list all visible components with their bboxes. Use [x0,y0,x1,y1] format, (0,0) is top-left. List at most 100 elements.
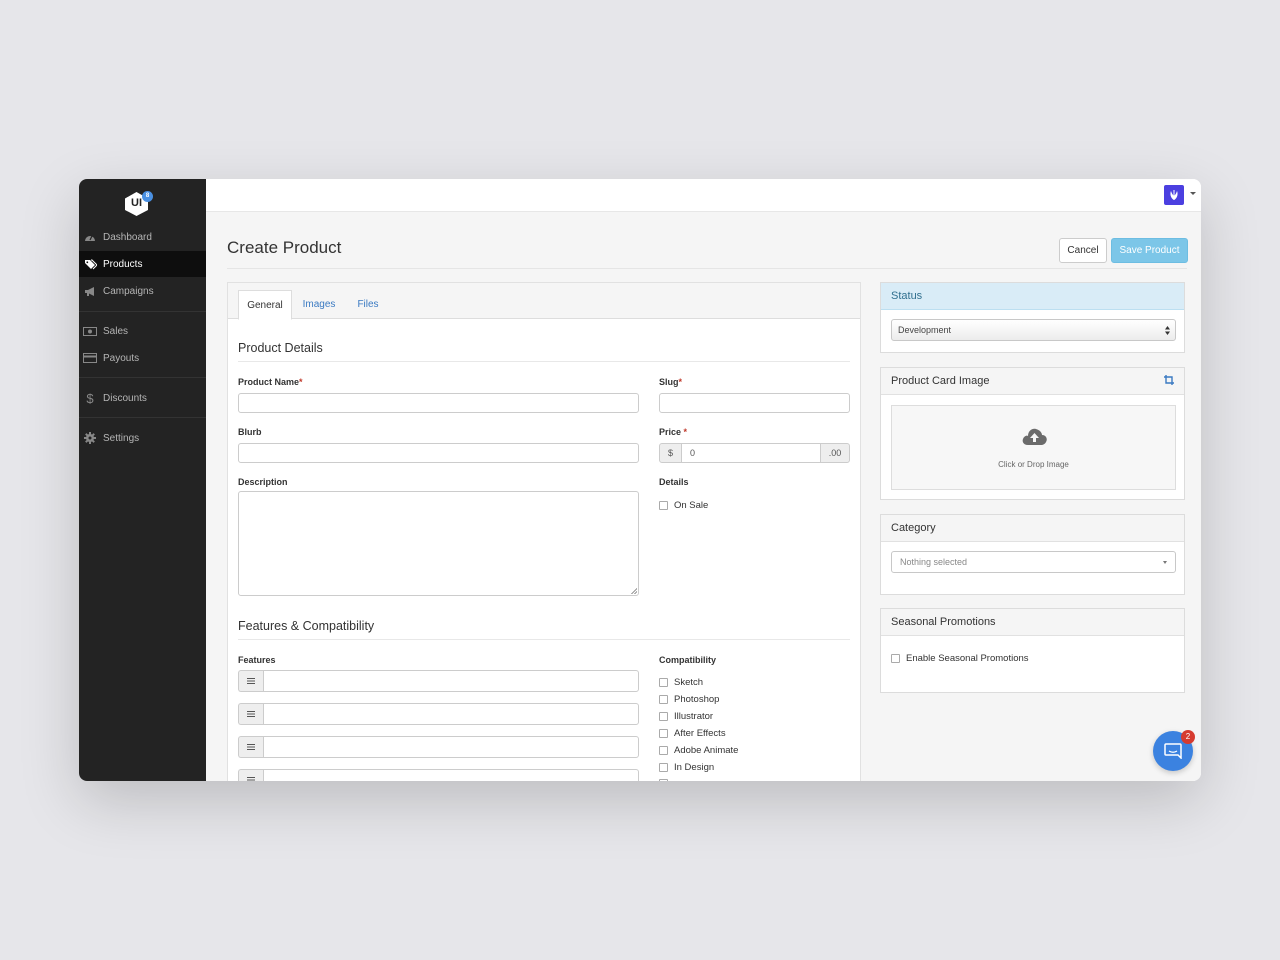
product-card-image-title: Product Card Image [881,368,1184,395]
feature-input[interactable] [263,670,639,692]
compat-label: In Design [674,762,715,773]
tab-images[interactable]: Images [294,290,344,318]
resize-handle-icon[interactable] [631,588,637,594]
sidebar-item-label: Settings [103,432,140,444]
product-name-input[interactable] [238,393,639,413]
checkbox-icon[interactable] [659,695,668,704]
money-icon [83,324,97,338]
compat-checkbox-partial[interactable] [659,779,674,781]
feature-input[interactable] [263,736,639,758]
category-select[interactable]: Nothing selected [891,551,1176,573]
checkbox-icon[interactable] [659,712,668,721]
compat-label: After Effects [674,728,726,739]
image-dropzone[interactable]: Click or Drop Image [891,405,1176,490]
category-placeholder: Nothing selected [900,557,968,567]
enable-seasonal-checkbox[interactable]: Enable Seasonal Promotions [891,653,1029,664]
compat-checkbox-sketch[interactable]: Sketch [659,677,703,688]
drag-handle-icon[interactable] [238,736,263,758]
compat-checkbox-illustrator[interactable]: Illustrator [659,711,713,722]
on-sale-checkbox[interactable]: On Sale [659,500,708,511]
compat-checkbox-in-design[interactable]: In Design [659,762,714,773]
title-divider [227,268,1187,269]
price-input[interactable]: 0 [682,443,820,463]
sidebar-item-dashboard[interactable]: Dashboard [79,224,206,250]
status-card-title: Status [881,283,1184,310]
product-name-label: Product Name* [238,377,303,387]
compat-label: Photoshop [674,694,720,705]
seasonal-promotions-card: Seasonal Promotions Enable Seasonal Prom… [880,608,1185,693]
feature-input[interactable] [263,769,639,781]
section-title-features: Features & Compatibility [238,619,375,633]
sidebar-divider [79,311,206,312]
drag-handle-icon[interactable] [238,670,263,692]
seasonal-promotions-title: Seasonal Promotions [881,609,1184,636]
blurb-input[interactable] [238,443,639,463]
crop-icon[interactable] [1164,375,1174,385]
tags-icon [83,257,97,271]
compat-label: Adobe Animate [674,745,739,756]
compatibility-label: Compatibility [659,655,717,665]
checkbox-icon[interactable] [659,746,668,755]
sidebar-item-campaigns[interactable]: Campaigns [79,278,206,304]
checkbox-icon[interactable] [891,654,900,663]
sidebar-item-label: Discounts [103,392,147,404]
tab-files[interactable]: Files [346,290,390,318]
description-textarea[interactable] [238,491,639,596]
sidebar-item-payouts[interactable]: Payouts [79,345,206,371]
product-card-image-card: Product Card Image Click or Drop Image [880,367,1185,500]
sidebar-item-sales[interactable]: Sales [79,318,206,344]
checkbox-icon[interactable] [659,729,668,738]
checkbox-icon[interactable] [659,763,668,772]
description-label: Description [238,477,288,487]
checkbox-icon[interactable] [659,678,668,687]
sidebar-item-label: Sales [103,325,129,337]
cloud-upload-icon [1022,428,1047,445]
status-select[interactable]: Development [891,319,1176,341]
slug-input[interactable] [659,393,850,413]
blurb-label: Blurb [238,427,262,437]
chevron-down-icon[interactable] [1190,192,1196,195]
details-label: Details [659,477,689,487]
drag-handle-icon[interactable] [238,703,263,725]
price-prefix: $ [659,443,682,463]
save-product-button[interactable]: Save Product [1111,238,1188,263]
product-form-panel: General Images Files Product Details Pro… [227,282,861,781]
compat-checkbox-after-effects[interactable]: After Effects [659,728,726,739]
enable-seasonal-label: Enable Seasonal Promotions [906,653,1029,664]
sidebar-divider [79,377,206,378]
compat-checkbox-photoshop[interactable]: Photoshop [659,694,719,705]
sidebar-item-label: Campaigns [103,285,154,297]
feature-input[interactable] [263,703,639,725]
status-card: Status Development [880,282,1185,353]
dashboard-icon [83,230,97,244]
tab-general[interactable]: General [238,290,292,320]
cancel-button[interactable]: Cancel [1059,238,1107,263]
sidebar-item-settings[interactable]: Settings [79,425,206,451]
main-content: Create Product Cancel Save Product Gener… [206,212,1201,781]
sidebar-item-products[interactable]: Products [79,251,206,277]
status-select-value: Development [898,325,952,335]
logo-badge: 8 [142,191,153,202]
avatar[interactable] [1164,185,1184,205]
checkbox-icon[interactable] [659,779,668,781]
page-title: Create Product [227,238,342,257]
tab-bar: General Images Files [228,283,860,320]
compat-checkbox-adobe-animate[interactable]: Adobe Animate [659,745,738,756]
compat-label: Illustrator [674,711,714,722]
price-suffix: .00 [820,443,850,463]
features-label: Features [238,655,276,665]
chevron-down-icon [1163,561,1167,564]
sidebar: UI 8 Dashboard Products Campaigns Sales … [79,179,206,781]
chat-notification-badge: 2 [1181,730,1195,744]
compat-label: Sketch [674,677,704,688]
credit-card-icon [83,351,97,365]
price-label: Price * [659,427,688,437]
checkbox-icon[interactable] [659,501,668,510]
dropzone-text: Click or Drop Image [998,460,1069,469]
sidebar-item-label: Payouts [103,352,140,364]
category-card: Category Nothing selected [880,514,1185,595]
category-card-title: Category [881,515,1184,542]
sidebar-item-discounts[interactable]: $ Discounts [79,385,206,411]
sidebar-divider [79,417,206,418]
drag-handle-icon[interactable] [238,769,263,781]
